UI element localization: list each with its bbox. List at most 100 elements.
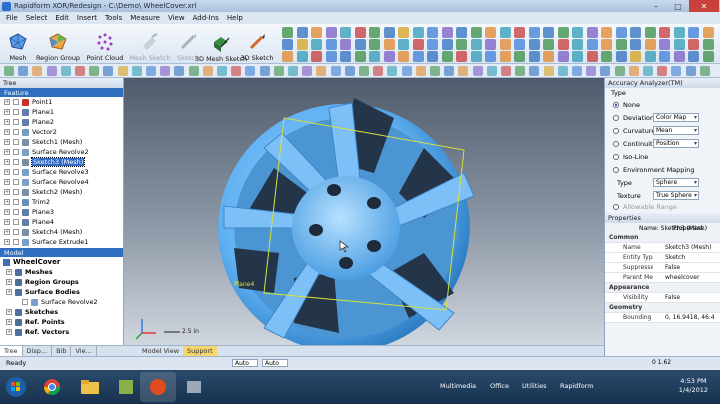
property-row[interactable]: Suppressed False <box>605 263 720 273</box>
view-tool-icon[interactable] <box>146 66 156 76</box>
view-tool-icon[interactable] <box>458 66 469 76</box>
view-tool-icon[interactable] <box>46 66 57 76</box>
visibility-checkbox[interactable] <box>13 109 19 115</box>
radio-button[interactable] <box>613 153 619 160</box>
model-item[interactable]: Surface Revolve2 <box>0 297 123 307</box>
ribbon-tool-icon[interactable] <box>615 51 627 62</box>
property-category[interactable]: Common <box>605 233 720 243</box>
view-tool-icon[interactable] <box>259 66 270 76</box>
view-tool-icon[interactable] <box>245 66 256 76</box>
view-tool-icon[interactable] <box>586 66 597 76</box>
menu-select[interactable]: Select <box>22 14 52 22</box>
feature-item[interactable]: + Surface Revolve3 <box>0 167 123 177</box>
3d-viewport[interactable]: Plane4 2.5 in <box>124 78 604 346</box>
ribbon-tool-icon[interactable] <box>659 39 670 50</box>
ribbon-tool-icon[interactable] <box>398 51 409 62</box>
ribbon-tool-icon[interactable] <box>586 39 598 50</box>
model-section-header[interactable]: Model <box>0 248 123 257</box>
feature-item[interactable]: + Sketch3 (Mesh) <box>0 157 123 167</box>
view-tool-icon[interactable] <box>160 66 171 76</box>
property-category[interactable]: Geometry <box>605 303 720 313</box>
ribbon-tool-icon[interactable] <box>340 27 351 38</box>
view-tool-icon[interactable] <box>316 66 327 76</box>
close-button[interactable]: ✕ <box>689 0 719 12</box>
view-tool-icon[interactable] <box>628 66 639 76</box>
visibility-checkbox[interactable] <box>13 119 19 125</box>
feature-item[interactable]: + Vector2 <box>0 127 123 137</box>
expand-toggle-icon[interactable]: + <box>4 109 10 115</box>
tab-tree[interactable]: Tree <box>0 346 23 356</box>
expand-toggle-icon[interactable]: + <box>4 179 10 185</box>
ribbon-tool-icon[interactable] <box>427 51 438 62</box>
view-tool-icon[interactable] <box>572 66 582 76</box>
3d-mesh-sketch-button[interactable]: 3D Mesh Sketch <box>195 26 247 62</box>
property-row[interactable]: Parent Mesh wheelcover <box>605 273 720 283</box>
ribbon-tool-icon[interactable] <box>688 39 699 50</box>
visibility-checkbox[interactable] <box>13 219 19 225</box>
view-tool-icon[interactable] <box>288 66 298 76</box>
view-tool-icon[interactable] <box>330 66 341 76</box>
taskbar-clock[interactable]: 4:53 PM 1/4/2012 <box>679 377 708 395</box>
expand-toggle-icon[interactable]: + <box>4 239 10 245</box>
expand-toggle-icon[interactable]: + <box>4 199 10 205</box>
view-tool-icon[interactable] <box>103 66 114 76</box>
view-tool-icon[interactable] <box>202 66 213 76</box>
ribbon-tool-icon[interactable] <box>311 51 322 62</box>
ribbon-tool-icon[interactable] <box>572 51 583 62</box>
ribbon-tool-icon[interactable] <box>514 27 525 38</box>
menu-add-ins[interactable]: Add-Ins <box>189 14 223 22</box>
radio-button[interactable] <box>613 127 619 134</box>
ribbon-tool-icon[interactable] <box>354 51 366 62</box>
visibility-checkbox[interactable] <box>13 209 19 215</box>
menu-view[interactable]: View <box>164 14 189 22</box>
visibility-checkbox[interactable] <box>13 129 19 135</box>
ribbon-tool-icon[interactable] <box>325 39 337 50</box>
property-row[interactable]: Name Sketch3 (Mesh) <box>605 243 720 253</box>
feature-item[interactable]: + Trim2 <box>0 197 123 207</box>
view-tool-icon[interactable] <box>131 66 142 76</box>
ribbon-tool-icon[interactable] <box>470 51 482 62</box>
ribbon-tool-icon[interactable] <box>644 51 656 62</box>
ribbon-tool-icon[interactable] <box>572 39 583 50</box>
view-tool-icon[interactable] <box>18 66 29 76</box>
visibility-checkbox[interactable] <box>13 169 19 175</box>
ribbon-tool-icon[interactable] <box>543 27 554 38</box>
view-tool-icon[interactable] <box>387 66 398 76</box>
taskbar-app[interactable] <box>108 372 144 402</box>
ribbon-tool-icon[interactable] <box>615 27 627 38</box>
tab-view[interactable]: Vie... <box>71 346 97 356</box>
ribbon-tool-icon[interactable] <box>369 51 380 62</box>
view-tool-icon[interactable] <box>699 66 710 76</box>
view-tool-icon[interactable] <box>472 66 483 76</box>
tab-bib[interactable]: Bib <box>52 346 72 356</box>
ribbon-tool-icon[interactable] <box>630 39 641 50</box>
ribbon-tool-icon[interactable] <box>528 51 540 62</box>
ribbon-tool-icon[interactable] <box>354 27 366 38</box>
menu-measure[interactable]: Measure <box>126 14 164 22</box>
maximize-button[interactable]: □ <box>667 0 689 12</box>
property-row[interactable]: Visibility False <box>605 293 720 303</box>
feature-item[interactable]: + Plane2 <box>0 117 123 127</box>
ribbon-tool-icon[interactable] <box>383 27 395 38</box>
ribbon-tool-icon[interactable] <box>296 39 308 50</box>
view-tool-icon[interactable] <box>188 66 199 76</box>
ribbon-tool-icon[interactable] <box>673 51 685 62</box>
ribbon-tool-icon[interactable] <box>369 27 380 38</box>
ribbon-tool-icon[interactable] <box>340 39 351 50</box>
mesh-button[interactable]: Mesh <box>4 26 32 62</box>
ribbon-tool-icon[interactable] <box>383 39 395 50</box>
model-item[interactable]: + Sketches <box>0 307 123 317</box>
view-tool-icon[interactable] <box>359 66 369 76</box>
ribbon-tool-icon[interactable] <box>702 27 714 38</box>
accuracy-option-select[interactable]: Color Map <box>653 113 699 122</box>
view-tool-icon[interactable] <box>174 66 185 76</box>
view-tool-icon[interactable] <box>529 66 540 76</box>
ribbon-tool-icon[interactable] <box>456 39 467 50</box>
view-tool-icon[interactable] <box>4 66 14 76</box>
view-tool-icon[interactable] <box>657 66 668 76</box>
ribbon-tool-icon[interactable] <box>427 27 438 38</box>
ribbon-tool-icon[interactable] <box>528 27 540 38</box>
ribbon-tool-icon[interactable] <box>311 27 322 38</box>
taskbar-chrome[interactable] <box>34 372 70 402</box>
ribbon-tool-icon[interactable] <box>441 27 453 38</box>
